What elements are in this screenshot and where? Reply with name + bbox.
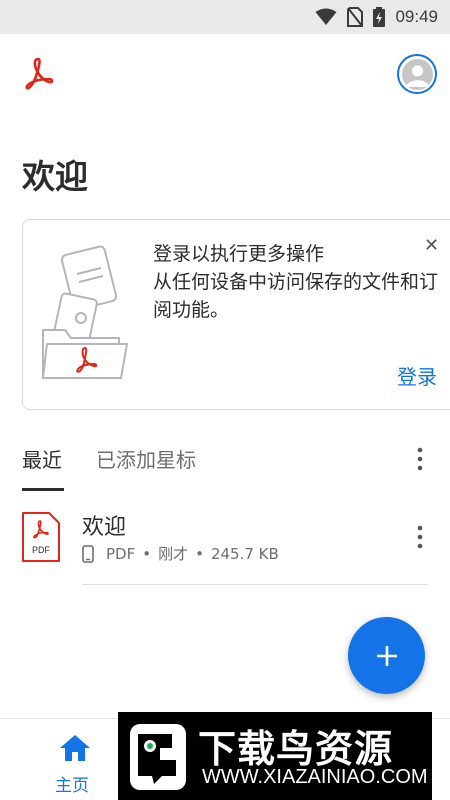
file-more-icon[interactable]: [410, 524, 430, 550]
signin-card-line1: 登录以执行更多操作: [153, 243, 325, 265]
documents-folder-illustration: [42, 245, 128, 379]
tab-recent-indicator: [22, 488, 64, 491]
tab-recent[interactable]: 最近: [22, 444, 62, 473]
wifi-icon: [315, 8, 337, 25]
row-divider: [82, 584, 428, 585]
watermark-banner: 下载鸟资源 WWW.XIAZAINIAO.COM: [118, 712, 432, 800]
file-time: 刚才: [158, 545, 189, 563]
signin-card-line2: 从任何设备中访问保存的文件和订阅功能。: [153, 271, 439, 321]
watermark-title: 下载鸟资源: [198, 727, 394, 771]
acrobat-logo-icon: [25, 57, 54, 90]
page-title: 欢迎: [22, 157, 88, 196]
status-icons: 09:49: [315, 6, 438, 28]
meta-separator: •: [195, 544, 204, 563]
tab-starred[interactable]: 已添加星标: [96, 444, 196, 473]
file-tabs: 最近 已添加星标: [0, 432, 450, 492]
nav-home[interactable]: 主页: [40, 727, 110, 796]
file-type: PDF: [106, 544, 136, 563]
profile-avatar-button[interactable]: [397, 54, 437, 94]
phone-icon: [82, 544, 94, 563]
file-meta: PDF • 刚才 • 245.7 KB: [82, 543, 279, 564]
watermark-bird-logo: [130, 724, 186, 790]
battery-charging-icon: [373, 7, 386, 27]
plus-icon: [376, 645, 397, 666]
nav-home-label: 主页: [55, 776, 89, 796]
status-bar: 09:49: [0, 0, 450, 34]
status-time: 09:49: [395, 7, 438, 26]
signin-card: 登录以执行更多操作 从任何设备中访问保存的文件和订阅功能。 ✕ 登录: [22, 219, 450, 410]
profile-avatar-icon: [401, 58, 433, 90]
pdf-file-icon-label: PDF: [32, 545, 51, 555]
file-size: 245.7 KB: [210, 544, 279, 563]
pdf-file-icon: PDF: [22, 512, 60, 562]
sign-in-link[interactable]: 登录: [397, 361, 437, 390]
file-row[interactable]: PDF 欢迎 PDF • 刚才 • 245.7 KB: [0, 500, 450, 580]
meta-separator: •: [142, 544, 152, 563]
no-sim-icon: [347, 7, 364, 27]
watermark-url: WWW.XIAZAINIAO.COM: [202, 766, 428, 788]
file-name: 欢迎: [82, 515, 127, 540]
signin-card-text: 登录以执行更多操作 从任何设备中访问保存的文件和订阅功能。: [153, 240, 450, 324]
add-button[interactable]: [348, 617, 425, 694]
home-icon: [60, 735, 90, 761]
more-vertical-icon[interactable]: [410, 446, 430, 472]
close-icon[interactable]: ✕: [424, 237, 439, 255]
